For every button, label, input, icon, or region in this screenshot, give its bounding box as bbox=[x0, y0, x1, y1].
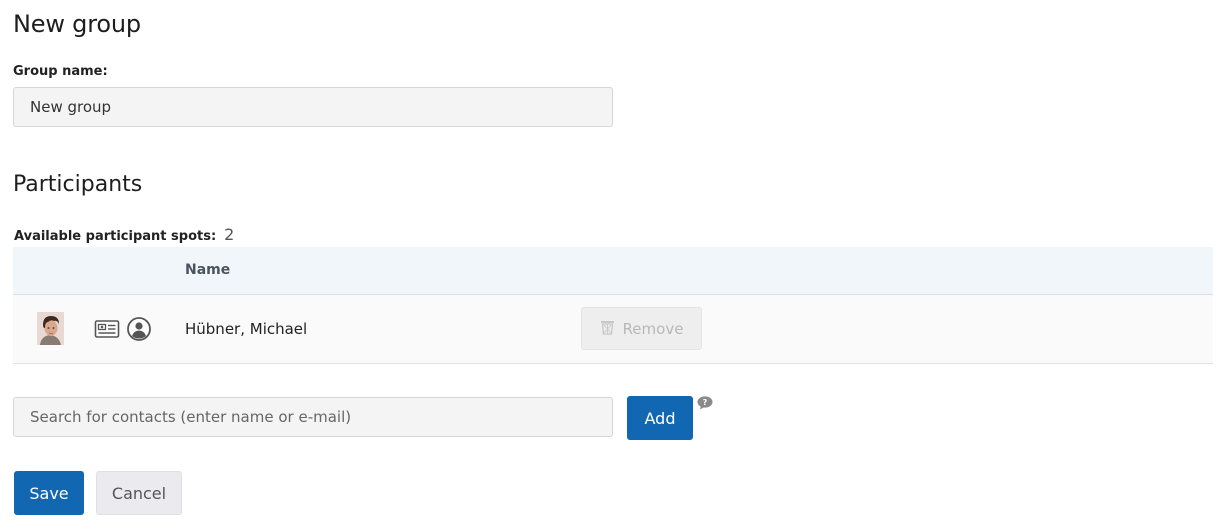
participants-title: Participants bbox=[13, 172, 143, 197]
group-name-label: Group name: bbox=[13, 64, 108, 79]
remove-button-label: Remove bbox=[622, 319, 684, 338]
table-row: Hübner, Michael Remove bbox=[13, 295, 1213, 364]
add-contact-button[interactable]: Add bbox=[627, 396, 693, 440]
person-icon[interactable] bbox=[126, 317, 152, 341]
remove-participant-button[interactable]: Remove bbox=[581, 307, 702, 350]
participants-table: Name Hübner, Michael Remove bbox=[13, 247, 1213, 364]
avatar bbox=[37, 312, 64, 345]
save-button[interactable]: Save bbox=[14, 471, 84, 515]
available-spots: Available participant spots: 2 bbox=[14, 225, 234, 244]
available-spots-label: Available participant spots: bbox=[14, 229, 217, 244]
column-header-name[interactable]: Name bbox=[185, 262, 230, 278]
cancel-button[interactable]: Cancel bbox=[96, 471, 182, 515]
help-bubble-icon[interactable]: ? bbox=[697, 395, 713, 410]
contact-search-input[interactable] bbox=[13, 397, 613, 437]
table-header: Name bbox=[13, 247, 1213, 295]
participant-name: Hübner, Michael bbox=[185, 320, 308, 338]
group-name-input[interactable] bbox=[13, 87, 613, 127]
available-spots-value: 2 bbox=[224, 225, 235, 244]
svg-text:?: ? bbox=[703, 398, 708, 407]
trash-icon bbox=[600, 319, 615, 339]
vcard-icon[interactable] bbox=[94, 317, 120, 341]
page-title: New group bbox=[13, 10, 141, 38]
